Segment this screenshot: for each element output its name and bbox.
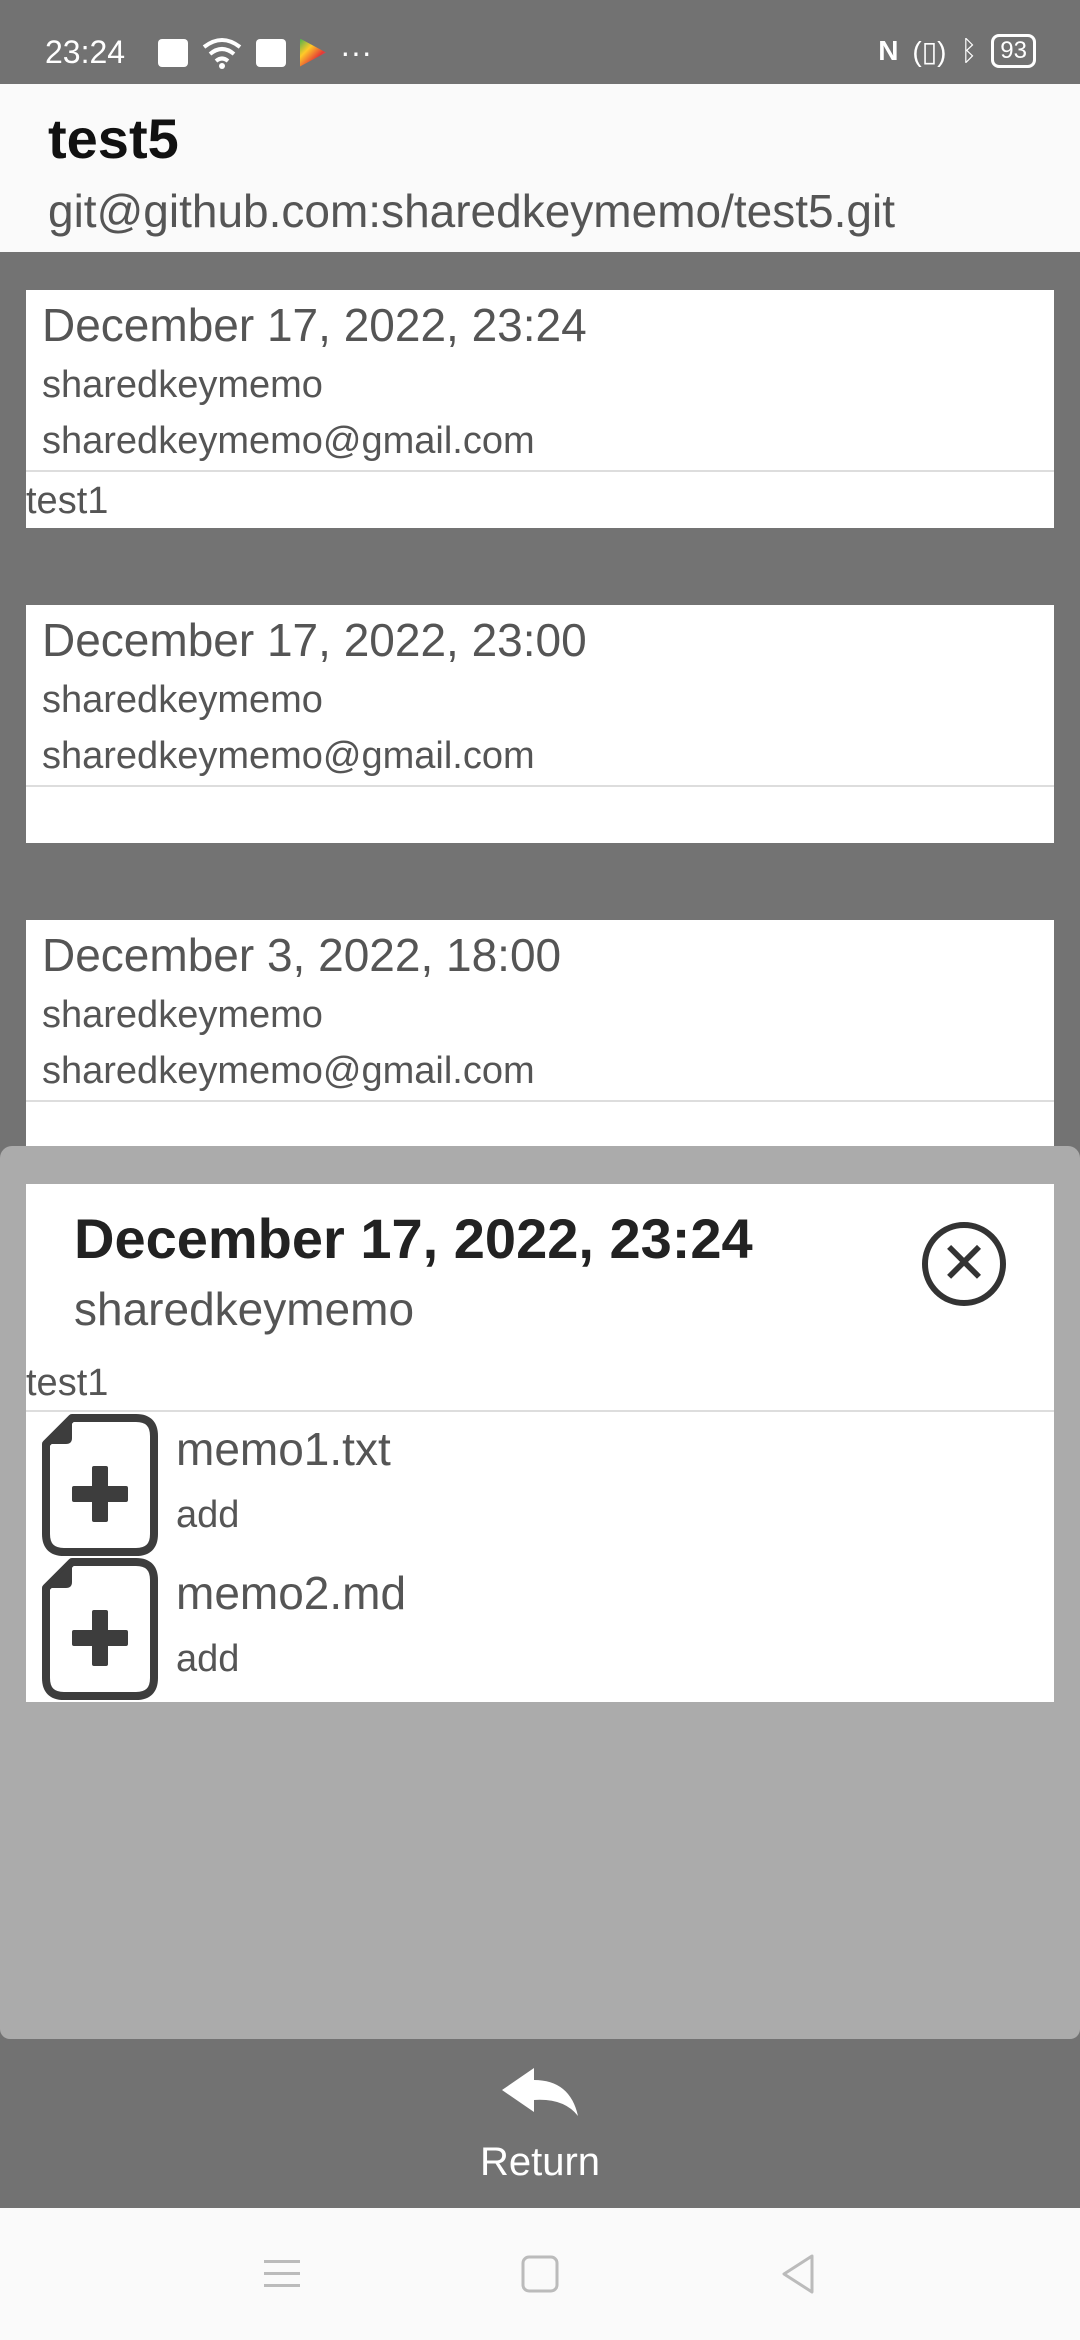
- status-icons-right: N (▯) ᛒ 93: [878, 34, 1036, 68]
- gmail-icon: [256, 38, 286, 67]
- wifi-icon: [202, 37, 242, 69]
- commit-card[interactable]: December 17, 2022, 23:00 sharedkeymemo s…: [26, 605, 1054, 843]
- repo-url: git@github.com:sharedkeymemo/test5.git: [48, 185, 895, 237]
- file-change-item[interactable]: memo2.md add: [26, 1558, 1054, 1700]
- back-icon[interactable]: [776, 2252, 820, 2296]
- divider: [26, 1100, 1054, 1102]
- nfc-icon: N: [878, 35, 899, 66]
- commit-detail-sheet: December 17, 2022, 23:24 sharedkeymemo ✕…: [0, 1146, 1080, 2039]
- commit-author: sharedkeymemo: [42, 679, 323, 721]
- return-label: Return: [479, 2140, 601, 2184]
- file-add-icon: [42, 1414, 158, 1556]
- commit-detail-card: December 17, 2022, 23:24 sharedkeymemo ✕…: [26, 1184, 1054, 1702]
- close-button[interactable]: ✕: [922, 1222, 1006, 1306]
- divider: [26, 785, 1054, 787]
- file-name: memo1.txt: [176, 1423, 391, 1475]
- play-store-icon: [300, 38, 326, 67]
- file-add-icon: [42, 1558, 158, 1700]
- overflow-dots: ···: [340, 34, 372, 70]
- battery-icon: 93: [991, 34, 1036, 68]
- detail-message: test1: [26, 1362, 109, 1404]
- divider: [26, 470, 1054, 472]
- commit-date: December 17, 2022, 23:24: [42, 299, 587, 351]
- close-icon: ✕: [939, 1231, 989, 1296]
- return-button[interactable]: Return: [0, 2040, 1080, 2208]
- file-action: add: [176, 1494, 240, 1536]
- commit-message: test1: [26, 480, 109, 522]
- repo-title: test5: [48, 107, 179, 170]
- repo-header: test5 git@github.com:sharedkeymemo/test5…: [0, 84, 1080, 252]
- commit-date: December 3, 2022, 18:00: [42, 929, 562, 981]
- status-bar: 23:24 ··· N (▯) ᛒ 93: [0, 0, 1080, 84]
- status-time: 23:24: [45, 34, 126, 70]
- commit-date: December 17, 2022, 23:00: [42, 614, 587, 666]
- commit-author: sharedkeymemo: [42, 364, 323, 406]
- commit-email: sharedkeymemo@gmail.com: [42, 420, 535, 462]
- file-action: add: [176, 1638, 240, 1680]
- commit-email: sharedkeymemo@gmail.com: [42, 1050, 535, 1092]
- file-change-item[interactable]: memo1.txt add: [26, 1414, 1054, 1556]
- divider: [26, 1410, 1054, 1412]
- bluetooth-icon: ᛒ: [960, 35, 978, 66]
- file-name: memo2.md: [176, 1567, 407, 1619]
- home-icon[interactable]: [518, 2252, 562, 2296]
- commit-email: sharedkeymemo@gmail.com: [42, 735, 535, 777]
- detail-author: sharedkeymemo: [74, 1283, 415, 1335]
- system-nav-bar: [0, 2208, 1080, 2340]
- commit-card[interactable]: December 3, 2022, 18:00 sharedkeymemo sh…: [26, 920, 1054, 1158]
- vibrate-icon: (▯): [912, 35, 947, 67]
- menu-icon[interactable]: [260, 2252, 304, 2296]
- notification-x-icon: [158, 38, 188, 67]
- commit-author: sharedkeymemo: [42, 994, 323, 1036]
- detail-title: December 17, 2022, 23:24: [74, 1207, 753, 1270]
- commit-card[interactable]: December 17, 2022, 23:24 sharedkeymemo s…: [26, 290, 1054, 528]
- return-arrow-icon: [502, 2068, 578, 2116]
- status-icons-left: ···: [158, 34, 372, 71]
